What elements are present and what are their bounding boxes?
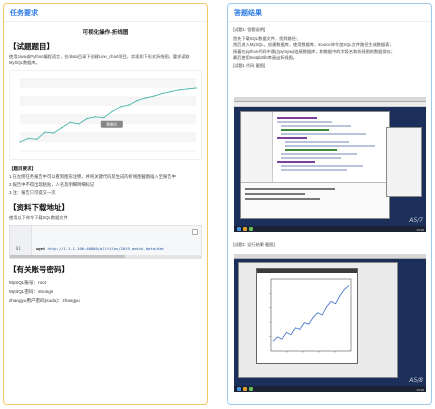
- code-screenshot: 10:25 A5/7: [234, 97, 426, 232]
- result-line-chart-svg: [269, 278, 352, 353]
- data-point: [77, 123, 80, 125]
- data-point: [36, 138, 38, 140]
- line-number-gutter: [10, 225, 32, 258]
- data-point: [178, 89, 180, 91]
- data-point: [119, 106, 122, 108]
- result-menubar: [234, 254, 426, 259]
- ide-window: [240, 111, 390, 219]
- account-line: MySQL密码：strongs: [9, 288, 54, 294]
- data-point: [44, 131, 46, 133]
- result-screenshot-label: [试题1: 运行结果 截图]: [233, 242, 275, 247]
- requirement-item: 2.报告中不得出现粘贴，人名及明细明细标记: [9, 182, 95, 188]
- answer-results-panel: 答题结果 [试题1: 答题说明] 首先下载SQL数据文件，找到路径； 然后进入M…: [227, 3, 432, 405]
- line-number: 01: [16, 245, 21, 251]
- data-point: [19, 141, 21, 143]
- data-point: [103, 117, 105, 119]
- watermark: A5/8: [409, 377, 423, 384]
- data-point: [69, 121, 71, 123]
- plot-axes: [270, 278, 352, 352]
- result-screenshot: 10:25 A5/8: [234, 254, 426, 392]
- data-point: [145, 97, 147, 99]
- ide-side-panel: [386, 127, 422, 197]
- copy-icon[interactable]: [192, 228, 198, 235]
- task-requirements-panel: 任务要求 可视化操作-折线图 【试题题目】 使用Java或Python编程语言，…: [3, 3, 208, 405]
- watermark: A5/7: [409, 217, 423, 224]
- code-block: 01 wget http://1.1.1.100:40000/allfiles/…: [9, 224, 202, 259]
- intro-text: 使用Java或Python编程语言，在/data目录下创建Line_chart项…: [9, 54, 190, 65]
- data-point: [52, 132, 55, 134]
- data-point: [153, 95, 155, 97]
- data-point: [86, 117, 88, 120]
- answer-description-label: [试题1: 答题说明]: [233, 27, 266, 32]
- page-root: 任务要求 可视化操作-折线图 【试题题目】 使用Java或Python编程语言，…: [0, 0, 435, 409]
- grid-band: [20, 133, 196, 142]
- code-command[interactable]: wget http://1.1.1.100:40000/allfiles/201…: [36, 246, 164, 251]
- answer-panel-header: 答题结果: [228, 4, 431, 22]
- grid-band: [20, 79, 196, 88]
- code-scrollbar[interactable]: [10, 254, 201, 258]
- ide-toolbar: [234, 102, 426, 107]
- intro-heading: 【试题题目】: [9, 42, 54, 51]
- data-point: [128, 104, 130, 106]
- data-point: [27, 137, 30, 140]
- sample-line-chart-svg: 数据点: [19, 78, 197, 152]
- grid-band: [20, 97, 196, 106]
- code-url: http://1.1.1.100:40000/allfiles/2019_mat…: [47, 245, 165, 251]
- data-point: [111, 110, 113, 113]
- account-line: MySQL账号：root: [9, 279, 47, 285]
- data-point: [186, 88, 189, 90]
- requirement-item: 3.注：报告只可提交一次: [9, 190, 56, 196]
- data-point: [61, 126, 63, 129]
- data-point: [195, 87, 197, 89]
- task-title: 可视化操作-折线图: [82, 30, 129, 36]
- account-heading: 【有关账号密码】: [9, 264, 69, 274]
- requirement-item: 1.在左侧任务报告中可以看到图形注释，并将关键代码及生成的折线图截图插入至报告中: [9, 174, 176, 179]
- account-line: zhangyu用户密码(sudo)：zhangyu: [9, 297, 80, 303]
- download-text: 使用以下命令下载SQL数据文件: [9, 214, 68, 220]
- taskbar-clock: 10:25: [416, 387, 424, 392]
- requirements-heading: 【题目要求】: [9, 166, 36, 171]
- taskbar-clock: 10:25: [416, 227, 424, 232]
- plot-window: [256, 268, 358, 364]
- code-screenshot-label: [试题1 代码 截图]: [233, 63, 266, 69]
- answer-step: 最后使用matplotlib库画出折线图。: [233, 54, 297, 60]
- code-keyword: wget: [36, 245, 46, 251]
- data-point: [170, 90, 172, 93]
- task-panel-header: 任务要求: [4, 4, 207, 22]
- chart-tooltip-text: 数据点: [107, 122, 118, 127]
- sample-line-chart: 数据点: [9, 70, 202, 160]
- ide-console: [241, 182, 389, 218]
- download-heading: 【资料下载地址】: [9, 202, 69, 212]
- data-point: [94, 116, 97, 118]
- os-taskbar: 10:25: [234, 386, 426, 392]
- os-taskbar: 10:25: [234, 226, 426, 232]
- data-point: [136, 99, 139, 102]
- data-point: [161, 92, 164, 95]
